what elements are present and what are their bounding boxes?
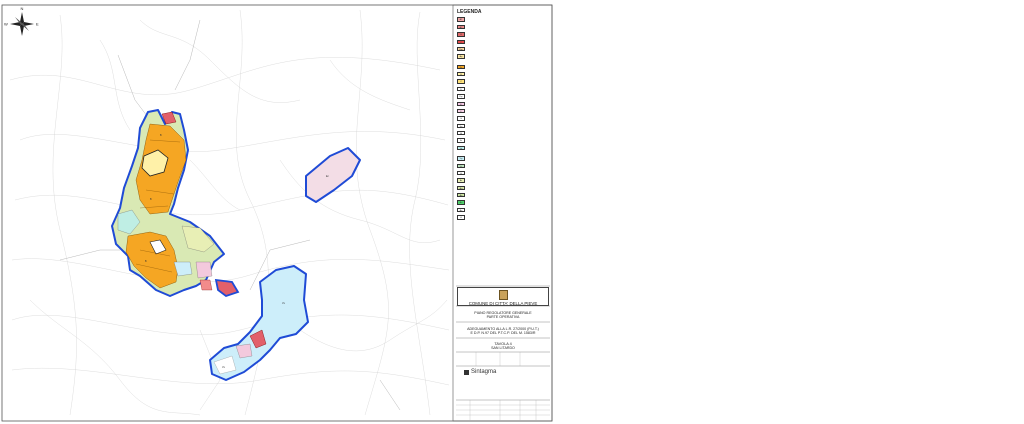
title-block-adeguamento: ADEGUAMENTO ALLA L.R. 27/2000 (P.U.T.) E… — [457, 324, 549, 337]
piano-subtitle: PARTE OPERATIVA — [486, 315, 520, 319]
legend-item: Ag — [457, 185, 549, 191]
legend-swatch: Ag — [457, 185, 465, 191]
legend-item: B — [457, 72, 549, 77]
legend-swatch: Ae — [457, 207, 465, 213]
legend-swatch: Aa — [457, 200, 465, 205]
legend-swatch: D — [457, 86, 465, 92]
legend-item: Ae — [457, 207, 549, 213]
legend-item: A2 — [457, 24, 549, 30]
zone-east[interactable] — [305, 147, 361, 203]
legend-item: F — [457, 108, 549, 114]
legend-item: Ap — [457, 54, 549, 59]
company-logo: Sintagma — [464, 369, 496, 375]
legend-swatch: C — [457, 79, 465, 84]
legend-item: Sp — [457, 123, 549, 129]
legend-item: Fc — [457, 64, 549, 70]
legend-swatch: A2 — [457, 24, 465, 30]
legend-item: B — [457, 32, 549, 37]
legend-item: Aa — [457, 200, 549, 205]
legend-swatch: Ve — [457, 145, 465, 151]
legend-swatch: Sp — [457, 123, 465, 129]
title-block-comune: COMUNE DI CITTA' DELLA PIEVE — [457, 287, 549, 306]
legend-item: C — [457, 39, 549, 44]
legend-item: G — [457, 116, 549, 121]
legend-swatch: Ap — [457, 54, 465, 59]
legend-swatch: Vp — [457, 156, 465, 161]
legend-item: Bm — [457, 46, 549, 52]
legend-swatch: Vs — [457, 163, 465, 168]
legend-item: E — [457, 101, 549, 106]
comune-name: COMUNE DI CITTA' DELLA PIEVE — [468, 301, 538, 306]
sintagma-logo-icon — [464, 369, 469, 375]
svg-text:N: N — [21, 6, 24, 11]
legend-swatch: C — [457, 39, 465, 44]
legend-item: Ar — [457, 178, 549, 183]
legend-body: A1 A2 B C Bm Ap Fc B C D Dp E F G Sp Sf Sr Ve Vp Vs Vr Ar Ag Ap… — [457, 17, 549, 220]
adeguamento-line-2: E D.P. N.97 DEL P.T.C.P. DEL M. 1583/R — [470, 331, 536, 335]
legend-item: Ve — [457, 145, 549, 151]
map-sheet: N W E B B B Ec Vs Vs LEGENDA A1 A2 B C B… — [0, 0, 556, 424]
legend-swatch: Sf — [457, 131, 465, 136]
legend-item: Sf — [457, 131, 549, 136]
legend-item: Vr — [457, 170, 549, 176]
legend-panel: LEGENDA A1 A2 B C Bm Ap Fc B C D Dp E F G Sp Sf Sr Ve Vp Vs… — [457, 10, 549, 222]
legend-swatch: Bm — [457, 46, 465, 52]
legend-item: Vp — [457, 156, 549, 161]
legend-swatch: E — [457, 101, 465, 106]
legend-item: Vs — [457, 163, 549, 168]
legend-swatch: Fc — [457, 64, 465, 70]
svg-text:E: E — [36, 22, 39, 27]
legend-item: Sr — [457, 138, 549, 143]
legend-swatch: Sr — [457, 138, 465, 143]
tavola-subtitle: SAN LITARDO — [491, 346, 515, 350]
legend-item: Vi — [457, 215, 549, 220]
municipal-coat-of-arms-icon — [498, 290, 508, 300]
legend-swatch: A1 — [457, 17, 465, 22]
legend-title: LEGENDA — [457, 9, 482, 15]
legend-swatch: Vr — [457, 170, 465, 176]
svg-text:W: W — [4, 22, 8, 27]
legend-item: D — [457, 86, 549, 92]
title-block-piano: PIANO REGOLATORE GENERALE PARTE OPERATIV… — [457, 308, 549, 321]
legend-swatch: B — [457, 72, 465, 77]
legend-item: C — [457, 79, 549, 84]
company-name: Sintagma — [471, 369, 497, 375]
title-block-tavola: TAVOLA 4 SAN LITARDO — [457, 340, 549, 351]
zone-main-north[interactable] — [111, 109, 240, 298]
legend-swatch: Ar — [457, 178, 465, 183]
compass-rose-icon: N W E — [4, 6, 39, 36]
legend-swatch: F — [457, 108, 465, 114]
legend-swatch: Vi — [457, 215, 465, 220]
legend-swatch: B — [457, 32, 465, 37]
revision-table-grid — [456, 400, 550, 420]
legend-item: Dp — [457, 94, 549, 99]
legend-swatch: Dp — [457, 94, 465, 99]
legend-item: A1 — [457, 17, 549, 22]
legend-swatch: Ap — [457, 193, 465, 198]
legend-item: Ap — [457, 193, 549, 198]
legend-swatch: G — [457, 116, 465, 121]
